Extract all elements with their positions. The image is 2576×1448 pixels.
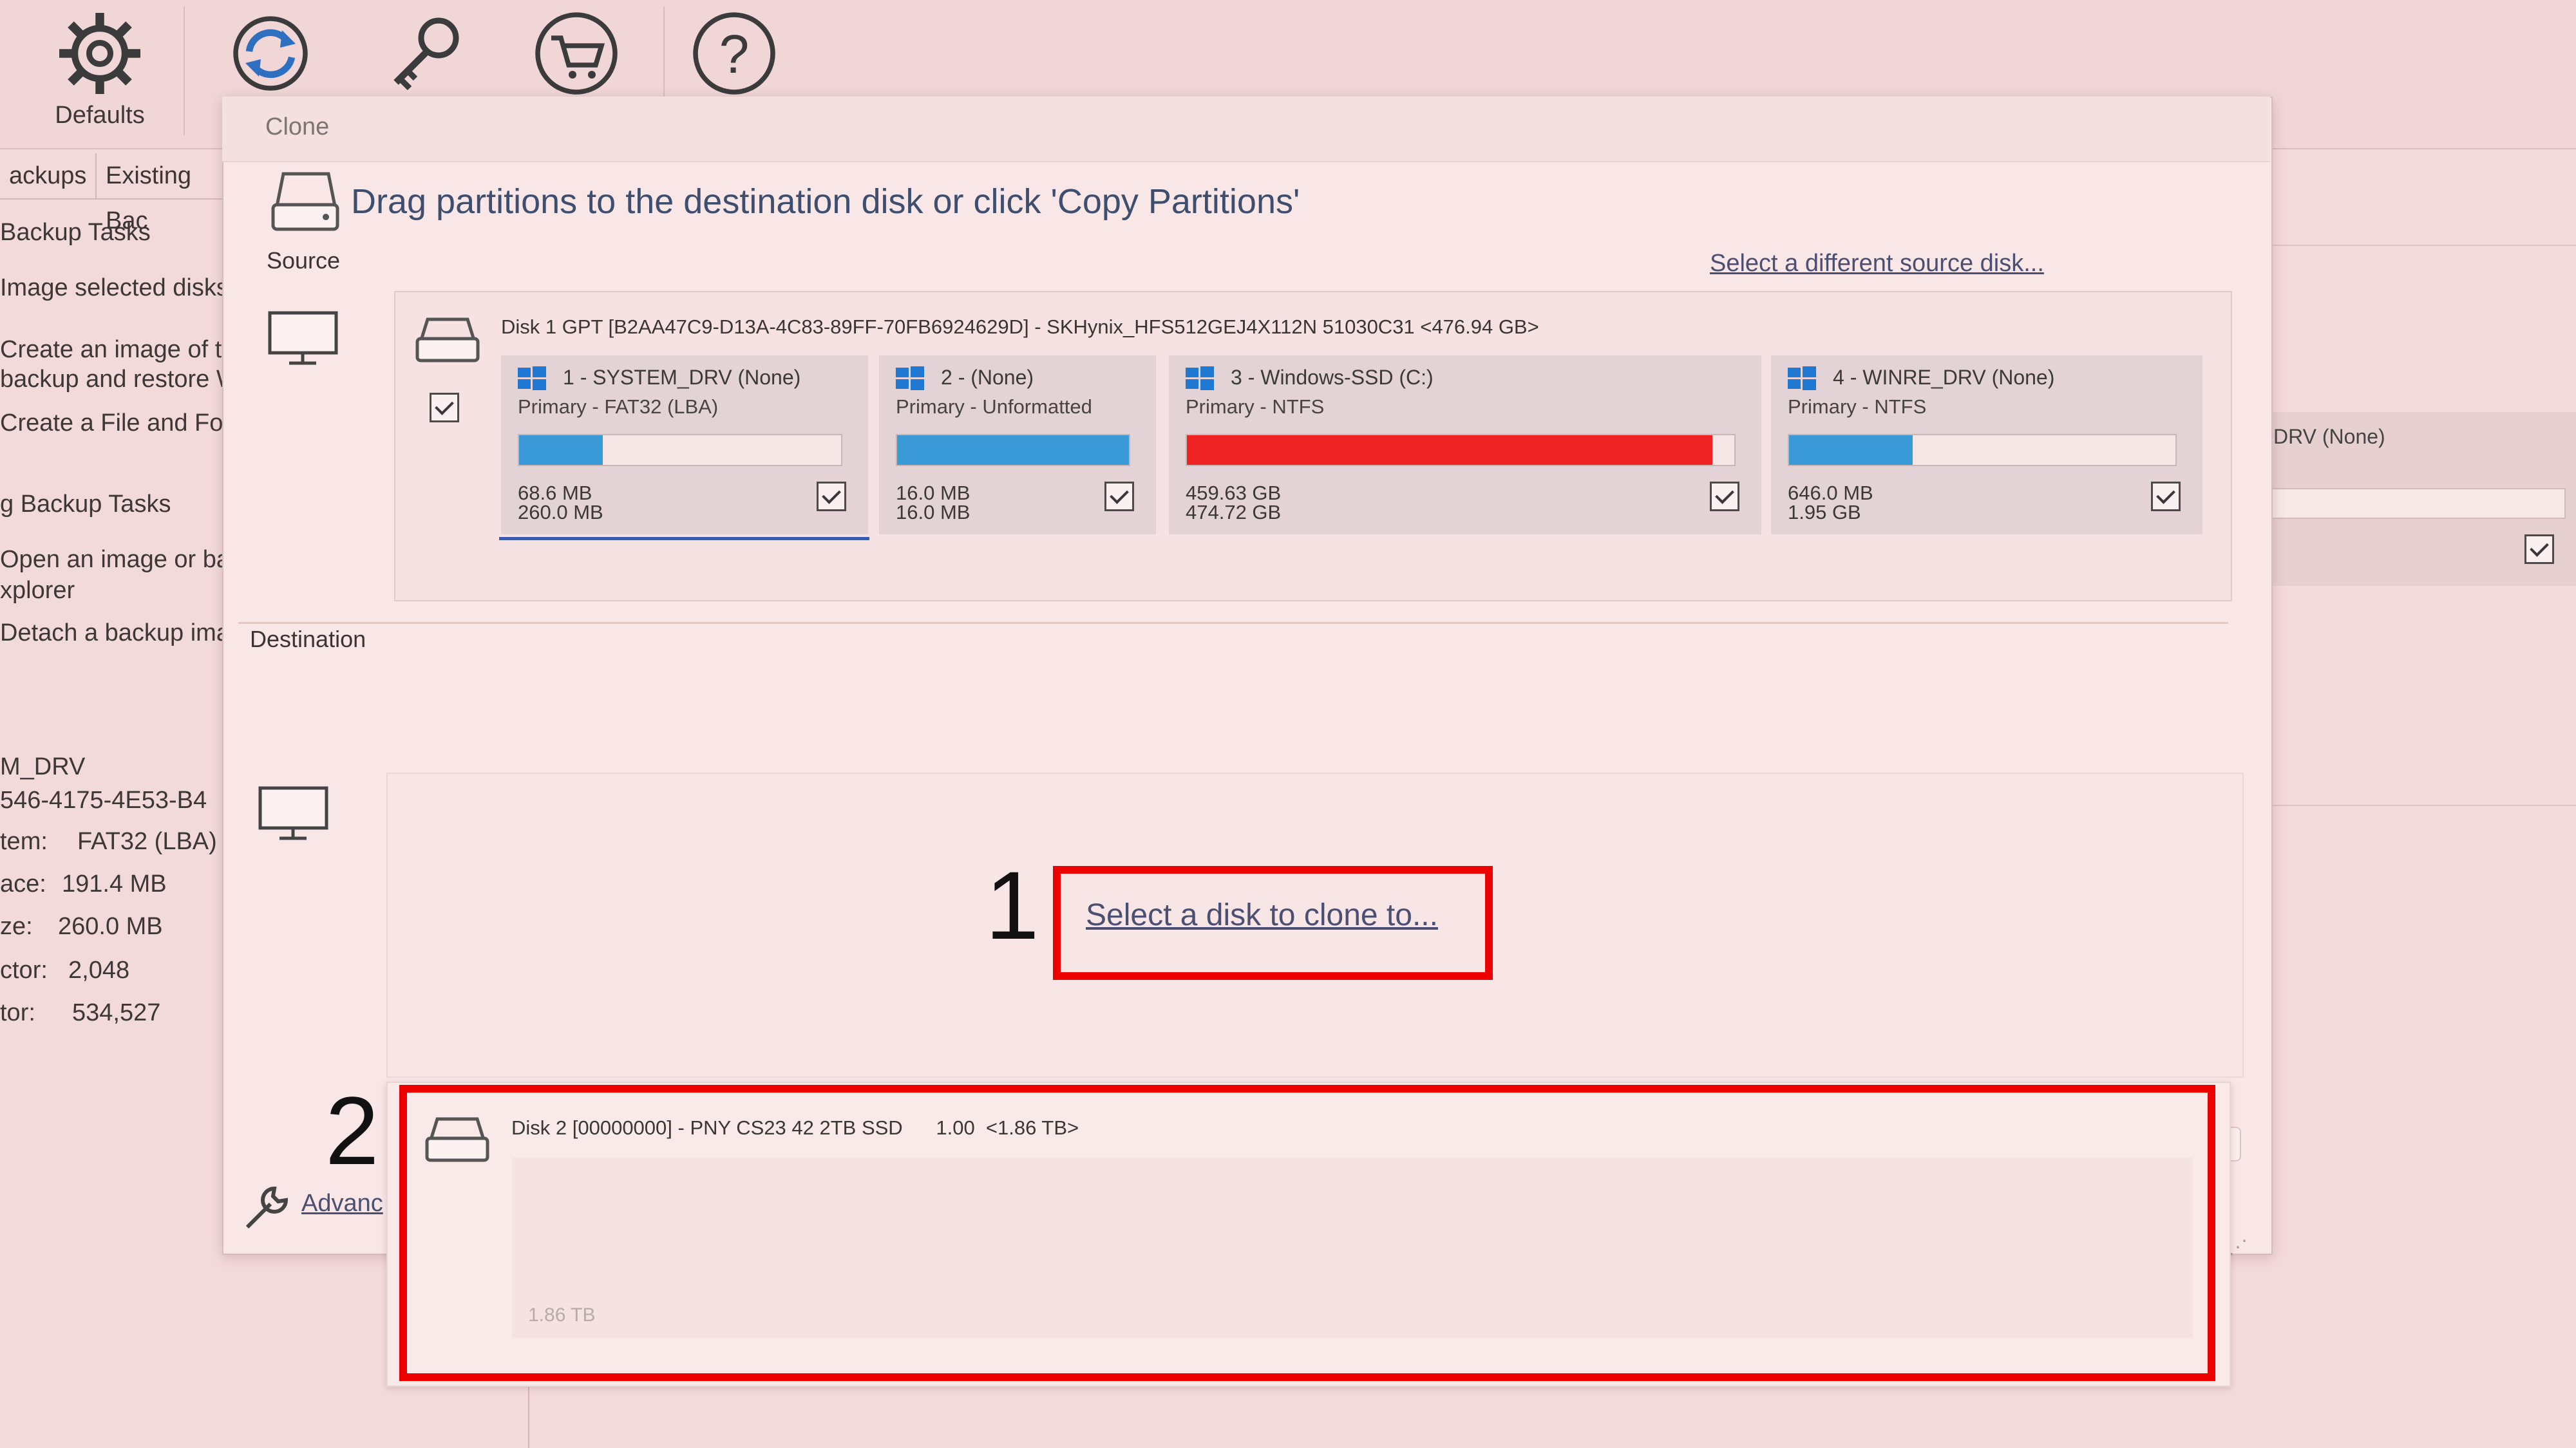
- divider: [2254, 245, 2576, 246]
- tab-backups[interactable]: ackups: [0, 153, 97, 198]
- divider: [2254, 805, 2576, 806]
- dialog-title: Clone: [265, 113, 330, 140]
- background-partition-label: DRV (None): [2273, 425, 2385, 448]
- details-label: tor:: [0, 999, 35, 1026]
- source-label: Source: [267, 247, 341, 274]
- resize-grip-icon[interactable]: ⋰: [2228, 1236, 2248, 1259]
- partition-usage-fill: [1187, 435, 1712, 465]
- dialog-titlebar: [222, 97, 2270, 162]
- details-guid: 546-4175-4E53-B4: [0, 787, 207, 814]
- partition-checkbox[interactable]: [1710, 482, 1739, 511]
- left-text: backup and restore W: [0, 366, 240, 393]
- left-link[interactable]: Image selected disks: [0, 274, 229, 302]
- partition-card[interactable]: 1 - SYSTEM_DRV (None) Primary - FAT32 (LB…: [501, 355, 868, 534]
- select-destination-link-text[interactable]: Select a disk to clone to...: [1086, 898, 1438, 932]
- details-name: M_DRV: [0, 753, 86, 780]
- select-source-link[interactable]: Select a different source disk...: [1710, 250, 2044, 277]
- clone-drive-icon: [271, 172, 339, 231]
- partition-type: Primary - NTFS: [1186, 395, 1325, 418]
- select-destination-link[interactable]: Select a disk to clone to...: [1086, 898, 1438, 933]
- divider: [238, 622, 2228, 624]
- partition-checkbox[interactable]: [817, 482, 846, 511]
- left-text: g Backup Tasks: [0, 491, 171, 518]
- monitor-icon: [268, 311, 338, 365]
- cart-icon: [535, 12, 618, 95]
- background-partition: DRV (None): [2254, 412, 2576, 586]
- partition-name: 1 - SYSTEM_DRV (None): [563, 366, 801, 389]
- details-value: FAT32 (LBA): [77, 828, 217, 855]
- windows-icon: [1788, 366, 1816, 390]
- disk-icon: [415, 317, 480, 362]
- svg-text:?: ?: [719, 24, 750, 84]
- partition-name: 2 - (None): [941, 366, 1034, 389]
- partition-name: 4 - WINRE_DRV (None): [1833, 366, 2055, 389]
- partition-selected-indicator: [499, 537, 869, 540]
- partition-type: Primary - Unformatted: [896, 395, 1092, 418]
- partition-usage-bar: [1788, 434, 2177, 466]
- dialog-heading: Drag partitions to the destination disk …: [351, 182, 1300, 221]
- partition-card[interactable]: 2 - (None) Primary - Unformatted 16.0 MB 16…: [879, 355, 1156, 534]
- left-tabs: ackups Existing Bac: [0, 147, 245, 234]
- details-value: 2,048: [68, 957, 130, 984]
- left-text: xplorer: [0, 577, 75, 604]
- details-label: ze:: [0, 913, 33, 940]
- source-disk-checkbox[interactable]: [430, 393, 459, 422]
- wrench-icon: [245, 1186, 289, 1229]
- left-link[interactable]: Open an image or ba: [0, 546, 230, 574]
- partition-name: 3 - Windows-SSD (C:): [1231, 366, 1434, 389]
- windows-icon: [1186, 366, 1214, 390]
- partition-card[interactable]: 4 - WINRE_DRV (None) Primary - NTFS 646.0 …: [1771, 355, 2202, 534]
- partition-size: 260.0 MB: [518, 501, 603, 523]
- partition-usage-fill: [519, 435, 603, 465]
- gear-icon: [59, 13, 140, 94]
- defaults-label: Defaults: [55, 102, 145, 129]
- select-source-link-text[interactable]: Select a different source disk...: [1710, 250, 2044, 277]
- partition-type: Primary - FAT32 (LBA): [518, 395, 719, 418]
- partition-size: 16.0 MB: [896, 501, 971, 523]
- background-partition-checkbox[interactable]: [2524, 534, 2554, 564]
- partition-usage-fill: [1789, 435, 1913, 465]
- partition-checkbox[interactable]: [2151, 482, 2181, 511]
- details-value: 260.0 MB: [58, 913, 163, 940]
- partition-usage-bar: [1186, 434, 1736, 466]
- partition-type: Primary - NTFS: [1788, 395, 1927, 418]
- details-value: 534,527: [72, 999, 161, 1026]
- annotation-number-2: 2: [325, 1077, 379, 1185]
- details-label: ctor:: [0, 957, 48, 984]
- source-disk-header: Disk 1 GPT [B2AA47C9-D13A-4C83-89FF-70FB…: [501, 315, 1539, 338]
- partition-size: 474.72 GB: [1186, 501, 1282, 523]
- background-partition-bar: [2267, 488, 2566, 519]
- annotation-box-2: [399, 1085, 2215, 1381]
- destination-label: Destination: [250, 626, 366, 652]
- partition-usage-bar: [896, 434, 1130, 466]
- partition-checkbox[interactable]: [1104, 482, 1134, 511]
- windows-icon: [896, 366, 924, 390]
- advanced-label[interactable]: Advanc: [301, 1190, 383, 1217]
- divider: [528, 1378, 529, 1448]
- windows-icon: [518, 366, 546, 390]
- advanced-button[interactable]: Advanc: [301, 1190, 383, 1218]
- key-icon: [393, 17, 459, 91]
- monitor-icon: [258, 786, 328, 840]
- partition-size: 1.95 GB: [1788, 501, 1861, 523]
- details-label: ace:: [0, 870, 46, 898]
- toolbar-separator: [184, 6, 185, 135]
- partition-card[interactable]: 3 - Windows-SSD (C:) Primary - NTFS 459.63…: [1169, 355, 1761, 534]
- details-label: tem:: [0, 828, 48, 855]
- details-value: 191.4 MB: [62, 870, 167, 898]
- defaults-button[interactable]: Defaults: [26, 0, 174, 148]
- refresh-icon: [233, 16, 308, 91]
- left-text: Create an image of th: [0, 336, 236, 363]
- partition-usage-bar: [518, 434, 842, 466]
- help-icon: ?: [693, 12, 775, 95]
- annotation-number-1: 1: [985, 851, 1039, 959]
- left-link[interactable]: Detach a backup ima: [0, 619, 230, 647]
- partition-usage-fill: [897, 435, 1129, 465]
- left-text: Backup Tasks: [0, 219, 151, 246]
- left-link[interactable]: Create a File and Fold: [0, 409, 242, 437]
